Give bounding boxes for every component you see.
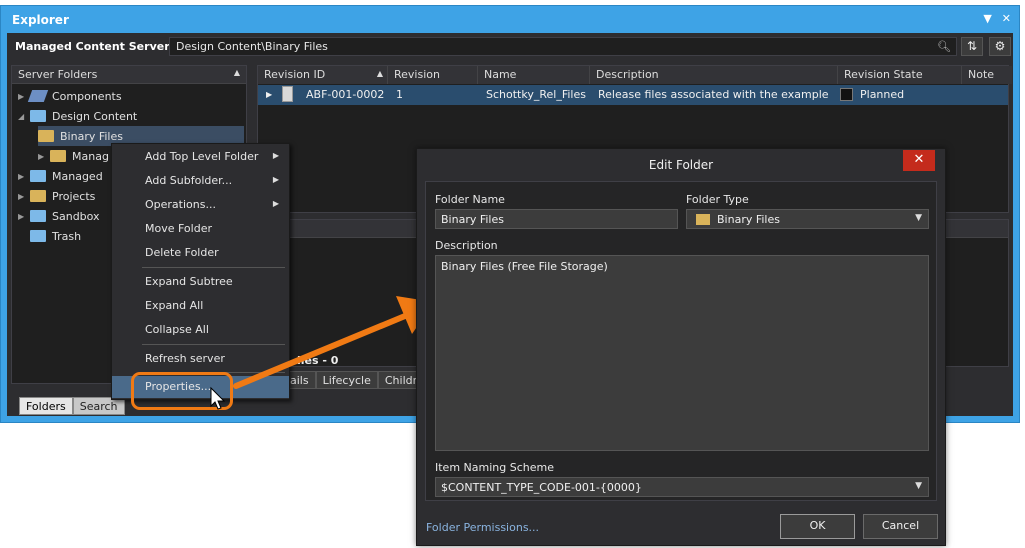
- folder-name-value: Binary Files: [441, 213, 504, 226]
- folder-type-value: Binary Files: [717, 213, 780, 226]
- dialog-close-button[interactable]: ✕: [903, 150, 935, 171]
- edit-folder-dialog: Edit Folder ✕ Folder Name Binary Files F…: [416, 148, 946, 546]
- ok-button[interactable]: OK: [780, 514, 855, 539]
- naming-scheme-label: Item Naming Scheme: [435, 461, 554, 474]
- folder-permissions-link[interactable]: Folder Permissions...: [426, 521, 539, 534]
- naming-scheme-value: $CONTENT_TYPE_CODE-001-{0000}: [441, 481, 642, 494]
- binary-folder-icon: [696, 214, 710, 225]
- folder-name-label: Folder Name: [435, 193, 505, 206]
- cursor-icon: [210, 386, 226, 410]
- cancel-button[interactable]: Cancel: [863, 514, 938, 539]
- dialog-body: Folder Name Binary Files Folder Type Bin…: [425, 181, 937, 501]
- description-textarea[interactable]: Binary Files (Free File Storage): [435, 255, 929, 451]
- chevron-down-icon: ▼: [915, 213, 922, 223]
- folder-type-label: Folder Type: [686, 193, 749, 206]
- folder-type-select[interactable]: Binary Files ▼: [686, 209, 929, 229]
- dialog-title: Edit Folder: [648, 158, 714, 172]
- description-label: Description: [435, 239, 498, 252]
- description-value: Binary Files (Free File Storage): [441, 260, 608, 273]
- chevron-down-icon: ▼: [915, 481, 922, 491]
- naming-scheme-select[interactable]: $CONTENT_TYPE_CODE-001-{0000} ▼: [435, 477, 929, 497]
- close-icon: ✕: [913, 152, 925, 167]
- folder-name-input[interactable]: Binary Files: [435, 209, 678, 229]
